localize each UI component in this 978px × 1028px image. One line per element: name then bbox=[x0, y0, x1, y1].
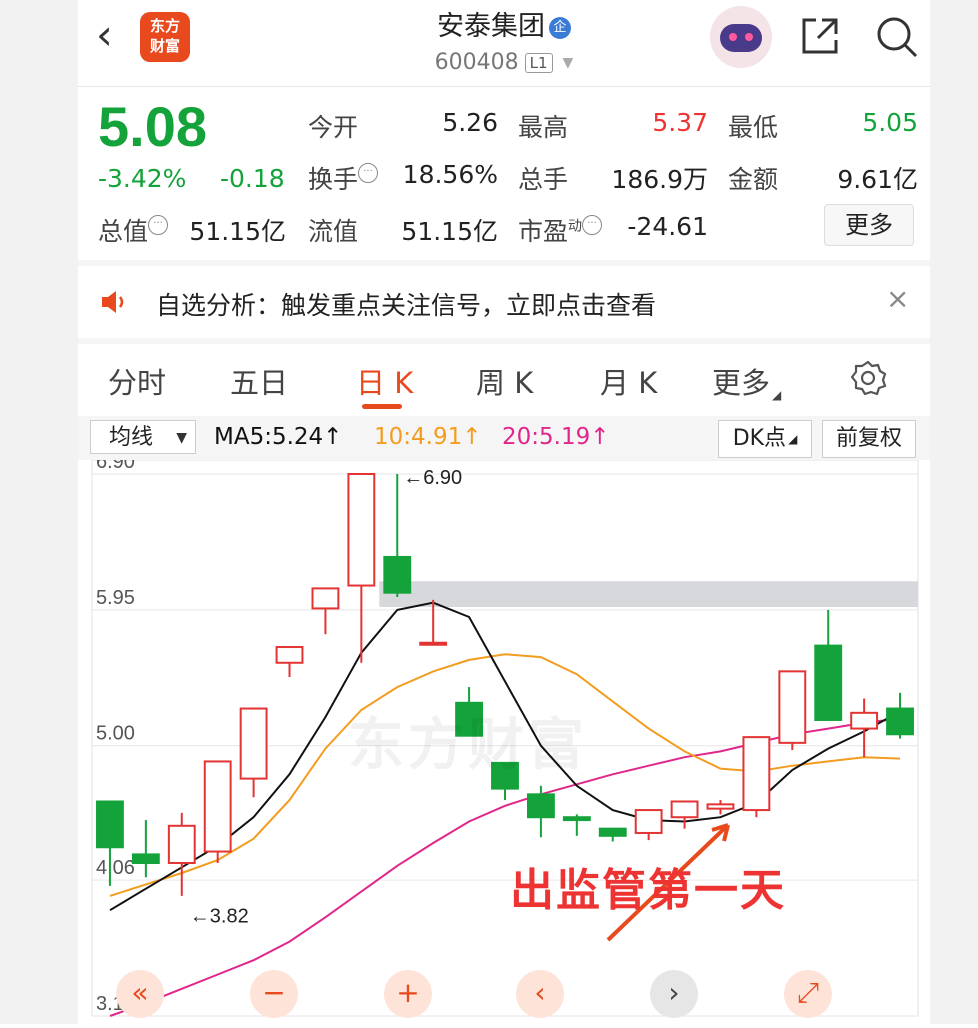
ma5-value: MA5:5.24↑ bbox=[214, 424, 343, 450]
mktcap-value: 51.15亿 bbox=[189, 217, 286, 246]
search-icon[interactable] bbox=[874, 14, 920, 60]
candle-body-down bbox=[886, 707, 914, 736]
watermark: 东方财富 bbox=[348, 713, 588, 778]
info-icon[interactable]: ··· bbox=[358, 163, 379, 183]
gap-zone bbox=[379, 581, 919, 607]
candle-body-down bbox=[96, 800, 124, 849]
fullscreen-icon[interactable]: ⤢ bbox=[784, 970, 832, 1018]
candle-body-up bbox=[311, 587, 340, 610]
candle-body-up bbox=[419, 641, 448, 646]
amount-label: 金额 bbox=[728, 165, 779, 194]
info-icon[interactable]: ··· bbox=[148, 215, 169, 235]
zoom-out-icon[interactable]: − bbox=[250, 970, 298, 1018]
ma10-value: 10:4.91↑ bbox=[374, 424, 482, 450]
stock-detail-page: ‹ 东方 财富 安泰集团企 600408 L1 ▼ 5.08 -3.42% -0.1… bbox=[78, 0, 930, 1024]
float-label: 流值 bbox=[308, 217, 359, 246]
tab-intraday[interactable]: 分时 bbox=[108, 360, 166, 402]
candle-body-up bbox=[850, 711, 879, 730]
y-tick-label: 6.90 bbox=[96, 460, 135, 473]
candle-body-up bbox=[203, 760, 232, 853]
scroll-left-icon[interactable]: ‹ bbox=[516, 970, 564, 1018]
zoom-in-icon[interactable]: + bbox=[384, 970, 432, 1018]
turnover-value: 18.56% bbox=[402, 160, 498, 189]
tab-weekly-k[interactable]: 周 K bbox=[476, 360, 533, 402]
tab-daily-k[interactable]: 日 K bbox=[356, 360, 413, 402]
stock-name: 安泰集团 bbox=[437, 11, 545, 42]
candle-body-down bbox=[131, 853, 160, 864]
volume-value: 186.9万 bbox=[611, 165, 708, 194]
kline-chart[interactable]: 6.90 5.95 5.00 4.06 3.11 ←6.90 ←3.82 东方财富 出监管第… bbox=[78, 451, 930, 1024]
candle-body-up bbox=[239, 707, 268, 780]
candle-body-down bbox=[562, 816, 591, 822]
candle-body-up bbox=[778, 670, 807, 744]
candle-body-down bbox=[814, 644, 843, 721]
pe-label: 市盈动 ··· bbox=[518, 212, 603, 248]
enterprise-badge: 企 bbox=[549, 16, 571, 39]
stock-code: 600408 bbox=[434, 50, 519, 75]
y-tick-label: 5.00 bbox=[96, 723, 135, 745]
amount-value: 9.61亿 bbox=[837, 165, 918, 194]
tab-five-day[interactable]: 五日 bbox=[230, 360, 288, 402]
alert-banner[interactable]: 自选分析：触发重点关注信号，立即点击查看 × bbox=[78, 266, 930, 338]
y-tick-label: 5.95 bbox=[96, 587, 135, 609]
indicator-row: 均线 ▼ MA5:5.24↑ 10:4.91↑ 20:5.19↑ DK点 ◢ 前复权 bbox=[78, 416, 930, 460]
candle-body-down bbox=[383, 555, 412, 594]
candle-body-up bbox=[670, 800, 699, 819]
info-icon[interactable]: ··· bbox=[582, 215, 603, 235]
current-price: 5.08 bbox=[98, 95, 207, 158]
close-icon[interactable]: × bbox=[886, 282, 909, 315]
active-tab-indicator bbox=[362, 404, 402, 409]
turnover-label: 换手 ··· bbox=[308, 160, 379, 196]
y-tick-label: 4.06 bbox=[96, 857, 135, 879]
change-amount: -0.18 bbox=[220, 164, 285, 193]
tab-more[interactable]: 更多 ◢ bbox=[712, 360, 781, 402]
volume-label: 总手 bbox=[518, 165, 569, 194]
level-badge: L1 bbox=[524, 53, 553, 73]
max-price-marker: ←6.90 bbox=[403, 467, 462, 489]
tab-monthly-k[interactable]: 月 K bbox=[600, 360, 657, 402]
pe-value: -24.61 bbox=[627, 212, 708, 241]
candle-body-up bbox=[347, 473, 376, 587]
mktcap-label: 总值 ··· bbox=[98, 212, 169, 248]
speaker-icon bbox=[102, 291, 124, 313]
annotation-text: 出监管第一天 bbox=[510, 865, 786, 916]
scroll-right-icon[interactable]: › bbox=[650, 970, 698, 1018]
top-bar: ‹ 东方 财富 安泰集团企 600408 L1 ▼ bbox=[78, 0, 930, 86]
candle-body-up bbox=[167, 824, 196, 864]
low-label: 最低 bbox=[728, 113, 779, 142]
candle-body-down bbox=[598, 827, 627, 837]
gear-icon[interactable] bbox=[848, 358, 888, 398]
candle-body-down bbox=[526, 793, 555, 819]
high-label: 最高 bbox=[518, 113, 569, 142]
ma20-value: 20:5.19↑ bbox=[502, 424, 610, 450]
more-button[interactable]: 更多 bbox=[824, 204, 914, 246]
share-icon[interactable] bbox=[798, 14, 842, 58]
open-label: 今开 bbox=[308, 113, 359, 142]
candle-body-up bbox=[742, 736, 771, 812]
adjust-button[interactable]: 前复权 bbox=[822, 420, 916, 458]
high-value: 5.37 bbox=[652, 108, 708, 137]
ma-selector[interactable]: 均线 ▼ bbox=[90, 420, 196, 454]
scroll-left-fast-icon[interactable]: « bbox=[116, 970, 164, 1018]
candle-body-up bbox=[275, 646, 304, 664]
alert-text: 自选分析：触发重点关注信号，立即点击查看 bbox=[156, 291, 657, 320]
low-value: 5.05 bbox=[862, 108, 918, 137]
min-price-marker: ←3.82 bbox=[190, 905, 249, 927]
period-tabs: 分时 五日 日 K 周 K 月 K 更多 ◢ bbox=[78, 346, 930, 410]
candle-body-up bbox=[706, 803, 735, 810]
change-percent: -3.42% bbox=[98, 164, 187, 193]
open-value: 5.26 bbox=[442, 108, 498, 137]
caret-down-icon[interactable]: ▼ bbox=[563, 55, 574, 71]
assistant-robot-icon[interactable] bbox=[710, 6, 772, 68]
dk-point-button[interactable]: DK点 ◢ bbox=[718, 420, 812, 458]
float-value: 51.15亿 bbox=[401, 217, 498, 246]
candle-body-up bbox=[634, 809, 663, 834]
